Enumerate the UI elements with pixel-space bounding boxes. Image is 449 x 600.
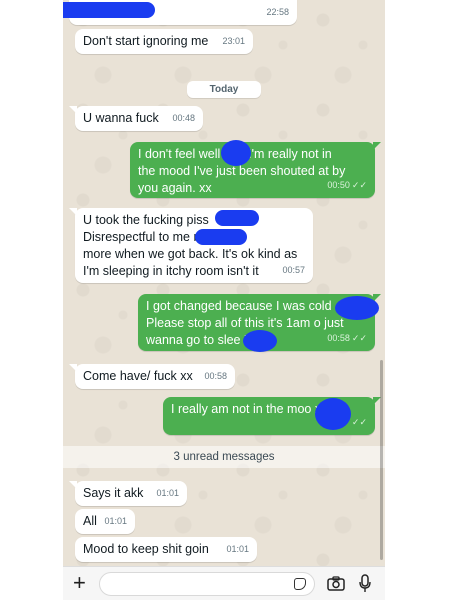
redaction-scribble bbox=[335, 296, 379, 320]
message-text: Mood to keep shit goin bbox=[83, 542, 209, 556]
message-bubble[interactable]: Says it akk 01:01 bbox=[69, 481, 187, 506]
message-text: U wanna fuck bbox=[83, 111, 159, 125]
plus-icon[interactable]: + bbox=[73, 571, 86, 595]
chat-screen: 22:58 Don't start ignoring me 23:01 Toda… bbox=[63, 0, 385, 600]
message-text: All bbox=[83, 514, 97, 528]
message-time: 01:01 bbox=[156, 488, 179, 498]
message-time: 01:01 bbox=[104, 516, 127, 526]
sticker-icon[interactable] bbox=[294, 578, 306, 590]
message-time-value: 00:50 bbox=[327, 180, 350, 190]
message-time: 01:01 bbox=[226, 544, 249, 554]
message-bubble[interactable]: Mood to keep shit goin 01:01 bbox=[75, 537, 257, 562]
scrollbar[interactable] bbox=[380, 360, 383, 560]
message-bubble[interactable]: U wanna fuck 00:48 bbox=[69, 106, 203, 131]
message-time: 00:48 bbox=[172, 113, 195, 123]
message-input[interactable] bbox=[99, 572, 315, 596]
message-text: I really am not in the moo xx bbox=[171, 402, 328, 416]
redaction-scribble bbox=[221, 140, 251, 166]
read-ticks-icon: ✓✓ bbox=[351, 180, 367, 190]
message-input-bar: + bbox=[63, 566, 385, 600]
message-time: 00:58 ✓✓ bbox=[327, 330, 367, 347]
unread-messages-banner: 3 unread messages bbox=[63, 446, 385, 468]
message-time: 00:57 bbox=[282, 265, 305, 275]
redaction-scribble bbox=[243, 330, 277, 352]
message-time: 22:58 bbox=[266, 7, 289, 17]
read-ticks-icon: ✓✓ bbox=[351, 417, 367, 427]
message-time: 00:58 bbox=[204, 371, 227, 381]
message-text: Don't start ignoring me bbox=[83, 34, 209, 48]
date-separator: Today bbox=[187, 81, 261, 98]
redaction-scribble bbox=[215, 210, 259, 226]
message-bubble[interactable]: U took the fucking piss Disrespectful to… bbox=[69, 208, 313, 283]
redaction-scribble bbox=[63, 2, 155, 18]
mic-icon[interactable] bbox=[359, 574, 371, 593]
redaction-scribble bbox=[195, 229, 247, 245]
message-bubble[interactable]: Don't start ignoring me 23:01 bbox=[75, 29, 253, 54]
message-time: 00:50 ✓✓ bbox=[327, 177, 367, 194]
message-time: ✓✓ bbox=[350, 414, 367, 431]
read-ticks-icon: ✓✓ bbox=[351, 333, 367, 343]
message-text: Says it akk bbox=[83, 486, 144, 500]
message-bubble[interactable]: All 01:01 bbox=[75, 509, 135, 534]
message-bubble-outgoing[interactable]: I don't feel well and I'm really not in … bbox=[130, 142, 381, 198]
message-text: Come have/ fuck xx bbox=[83, 369, 193, 383]
redaction-scribble bbox=[315, 398, 351, 430]
message-time-value: 00:58 bbox=[327, 333, 350, 343]
message-bubble[interactable]: Come have/ fuck xx 00:58 bbox=[69, 364, 235, 389]
message-text: U took the fucking piss Disrespectful to… bbox=[83, 213, 298, 278]
message-time: 23:01 bbox=[222, 36, 245, 46]
camera-icon[interactable] bbox=[327, 576, 345, 591]
